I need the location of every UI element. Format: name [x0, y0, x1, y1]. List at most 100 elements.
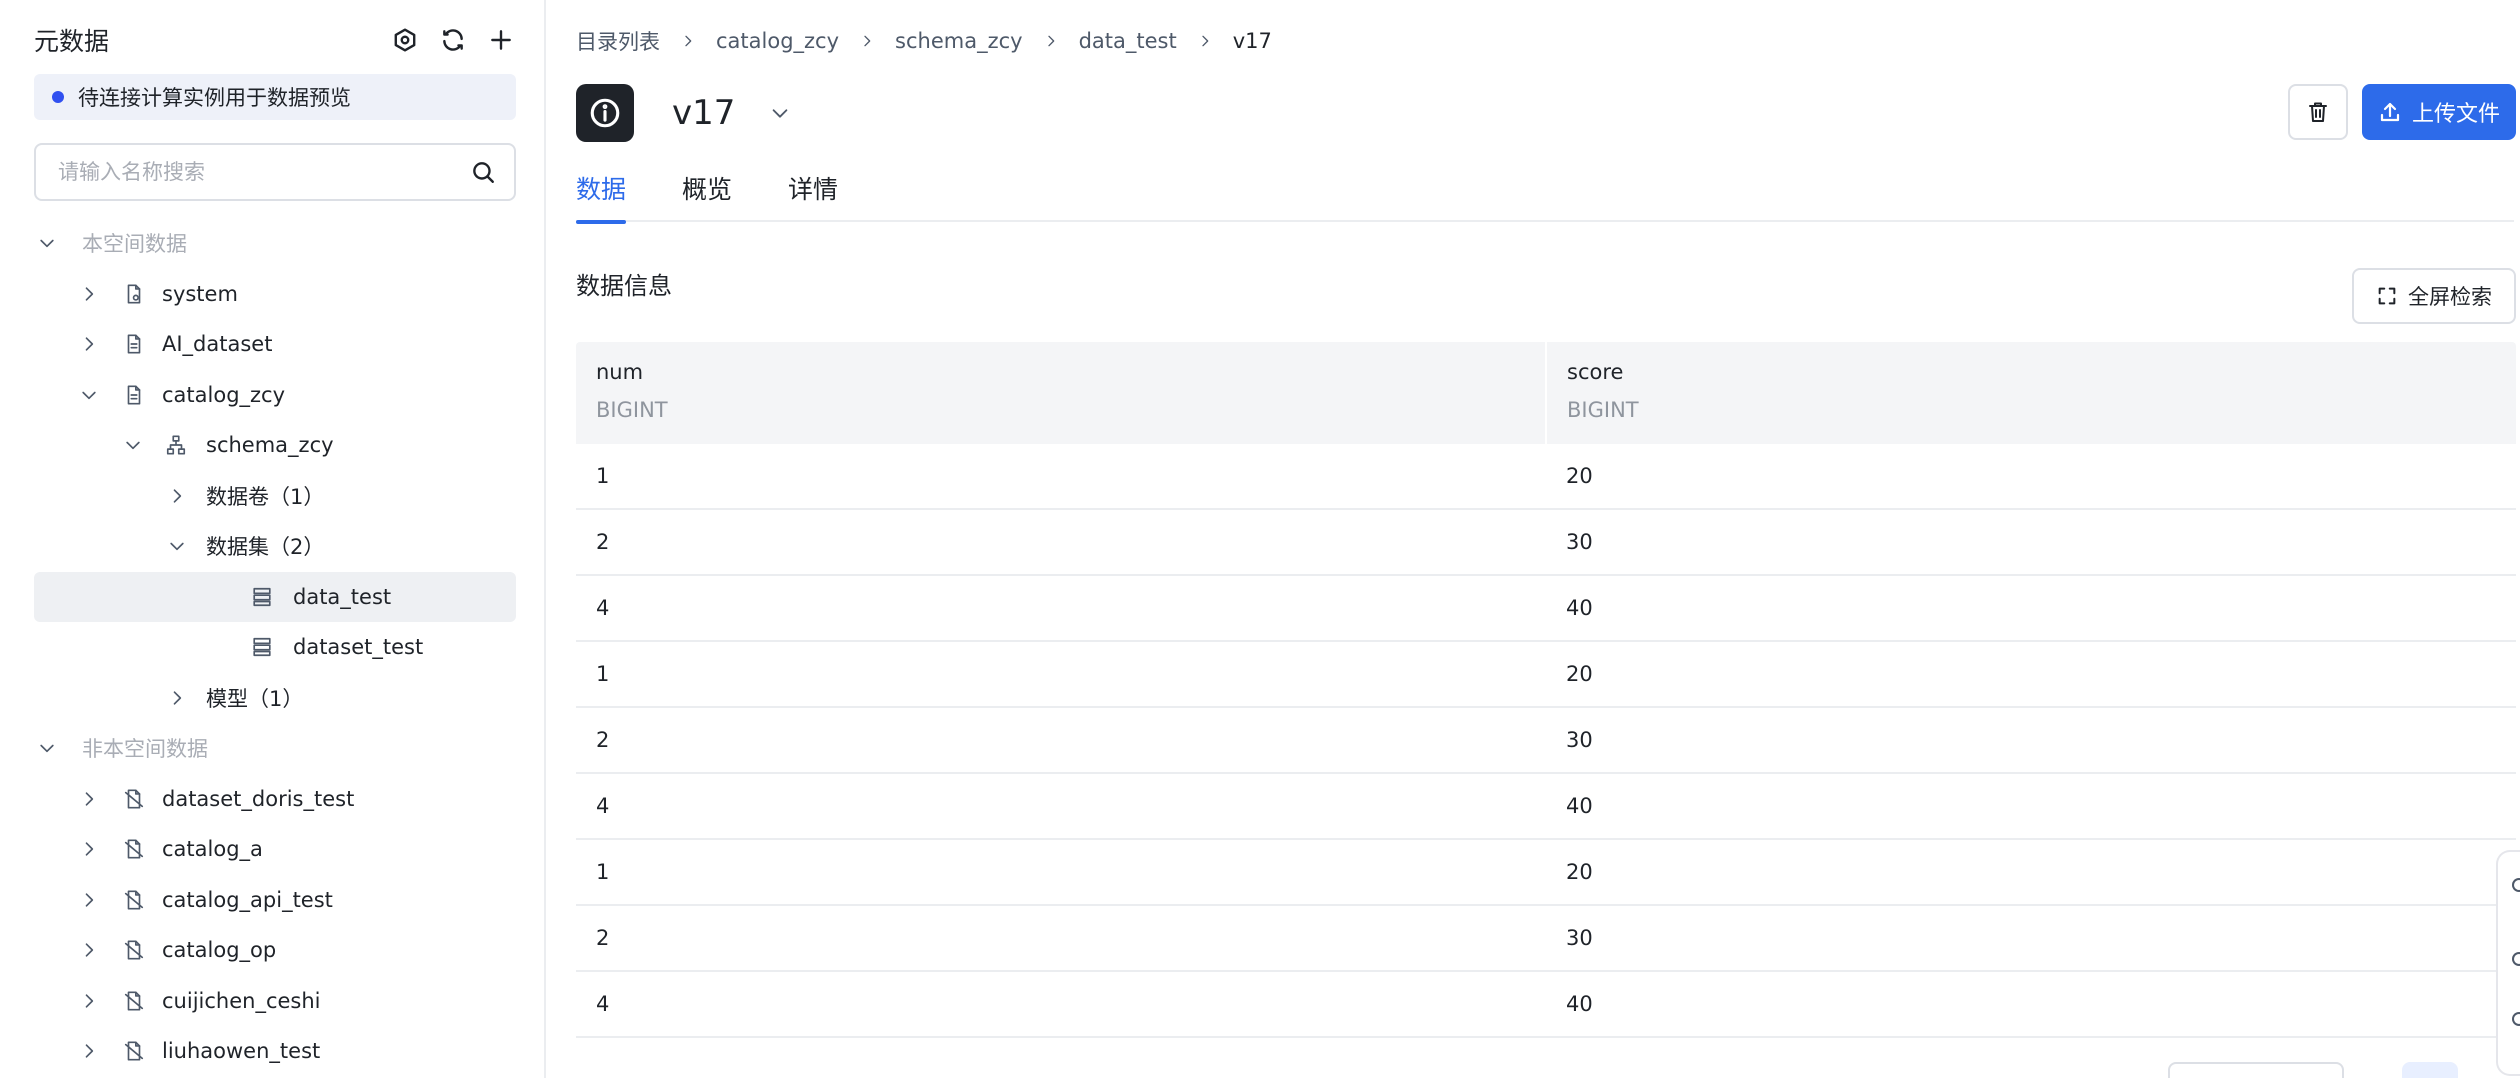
tree-label: catalog_api_test: [162, 887, 333, 912]
table-cell: 4: [596, 596, 610, 620]
pagination-size-select[interactable]: [2168, 1062, 2344, 1078]
breadcrumb-schema[interactable]: schema_zcy: [895, 29, 1023, 53]
tree-label: 本空间数据: [82, 232, 187, 257]
catalog-icon: [122, 383, 146, 407]
catalog-off-icon: [122, 938, 146, 962]
chevron-down-icon[interactable]: [122, 434, 144, 456]
table-row: 4 40: [576, 576, 2516, 642]
sidebar-title: 元数据: [34, 27, 110, 56]
floating-tool-panel[interactable]: [2496, 850, 2520, 1076]
delete-button[interactable]: [2288, 84, 2348, 140]
catalog-settings-icon: [122, 282, 146, 306]
main-content: 目录列表 catalog_zcy schema_zcy data_test v1…: [548, 0, 2520, 1078]
trash-icon: [2309, 102, 2327, 122]
table-cell: 30: [1566, 728, 1593, 752]
tree-item-dataset-test[interactable]: dataset_test: [34, 622, 516, 673]
tool-icon[interactable]: [2512, 1012, 2520, 1026]
tree-item-system[interactable]: system: [34, 269, 516, 320]
chevron-right-icon[interactable]: [78, 283, 100, 305]
tree-item-data-test[interactable]: data_test: [34, 571, 516, 622]
tree-label: 数据集（2）: [206, 535, 325, 560]
upload-file-button[interactable]: 上传文件: [2362, 84, 2516, 140]
tree-group-other-space[interactable]: 非本空间数据: [34, 723, 516, 774]
search-input[interactable]: [58, 160, 470, 184]
page-title: v17: [672, 93, 736, 133]
chevron-right-icon[interactable]: [166, 687, 188, 709]
section-title: 数据信息: [576, 272, 672, 300]
catalog-off-icon: [122, 1039, 146, 1063]
tool-icon[interactable]: [2512, 878, 2520, 892]
schema-icon: [164, 433, 188, 457]
table-cell: 4: [596, 794, 610, 818]
tree-item-catalog-a[interactable]: catalog_a: [34, 824, 516, 875]
tool-icon[interactable]: [2512, 952, 2520, 966]
settings-icon[interactable]: [390, 25, 420, 55]
table-row: 2 30: [576, 906, 2516, 972]
table-cell: 40: [1566, 794, 1593, 818]
tree-item-liuhaowen-test[interactable]: liuhaowen_test: [34, 1026, 516, 1077]
table-row: 4 40: [576, 972, 2516, 1038]
chevron-right-icon[interactable]: [166, 485, 188, 507]
tab-overview[interactable]: 概览: [682, 170, 732, 222]
breadcrumb-current-version: v17: [1232, 29, 1272, 53]
tree-item-dataset-doris-test[interactable]: dataset_doris_test: [34, 774, 516, 825]
table-cell: 1: [596, 662, 610, 686]
chevron-right-icon[interactable]: [78, 838, 100, 860]
tree-item-schema-zcy[interactable]: schema_zcy: [34, 420, 516, 471]
chevron-right-icon[interactable]: [78, 990, 100, 1012]
chevron-down-icon[interactable]: [36, 232, 58, 254]
catalog-off-icon: [122, 989, 146, 1013]
breadcrumb-catalog[interactable]: catalog_zcy: [716, 29, 839, 53]
chevron-down-icon[interactable]: [166, 535, 188, 557]
version-dropdown-chevron-icon[interactable]: [769, 101, 793, 125]
catalog-off-icon: [122, 888, 146, 912]
expand-icon: [2378, 287, 2396, 305]
tree-label: 非本空间数据: [82, 737, 208, 762]
chevron-right-icon: [680, 33, 696, 49]
tab-details[interactable]: 详情: [788, 170, 838, 222]
tree-label: 模型（1）: [206, 686, 304, 711]
add-icon[interactable]: [486, 25, 516, 55]
tree-item-volumes[interactable]: 数据卷（1）: [34, 471, 516, 522]
chevron-right-icon[interactable]: [78, 939, 100, 961]
table-cell: 1: [596, 860, 610, 884]
page-header: v17: [576, 84, 793, 142]
tree-item-catalog-api-test[interactable]: catalog_api_test: [34, 875, 516, 926]
pagination-page-button[interactable]: [2402, 1062, 2458, 1078]
tree-item-ai-dataset[interactable]: AI_dataset: [34, 319, 516, 370]
tree-item-catalog-zcy[interactable]: catalog_zcy: [34, 370, 516, 421]
chevron-right-icon[interactable]: [78, 889, 100, 911]
chevron-down-icon[interactable]: [36, 737, 58, 759]
table-row: 1 20: [576, 444, 2516, 510]
tree-label: catalog_op: [162, 938, 277, 963]
chevron-right-icon: [1043, 33, 1059, 49]
refresh-icon[interactable]: [438, 25, 468, 55]
search-icon[interactable]: [470, 159, 496, 185]
tree-item-cuijichen-ceshi[interactable]: cuijichen_ceshi: [34, 976, 516, 1027]
chevron-right-icon[interactable]: [78, 788, 100, 810]
metadata-sidebar: 元数据 待连接计算实例用于数据预览 本空间数据: [0, 0, 546, 1078]
tree-item-catalog-op[interactable]: catalog_op: [34, 925, 516, 976]
table-cell: 30: [1566, 530, 1593, 554]
tree-group-own-space[interactable]: 本空间数据: [34, 218, 516, 269]
chevron-down-icon[interactable]: [78, 384, 100, 406]
table-cell: 2: [596, 926, 610, 950]
tab-data[interactable]: 数据: [576, 170, 627, 224]
table-cell: 20: [1566, 464, 1593, 488]
chevron-right-icon[interactable]: [78, 333, 100, 355]
table-cell: 20: [1566, 662, 1593, 686]
data-table: num BIGINT score BIGINT 1 20 2 30 4 40 1 20 …: [576, 342, 2516, 1038]
tree-item-models[interactable]: 模型（1）: [34, 673, 516, 724]
tree-label: catalog_a: [162, 837, 263, 862]
breadcrumb-catalog-list[interactable]: 目录列表: [576, 26, 660, 56]
tree-label: dataset_test: [293, 635, 424, 660]
breadcrumb-dataset[interactable]: data_test: [1079, 29, 1177, 53]
chevron-right-icon[interactable]: [78, 1040, 100, 1062]
upload-file-label: 上传文件: [2411, 102, 2500, 127]
chevron-right-icon: [859, 33, 875, 49]
tree-label: dataset_doris_test: [162, 786, 355, 811]
tree-label: AI_dataset: [162, 332, 273, 357]
tree-label: 数据卷（1）: [206, 484, 325, 509]
tree-item-datasets[interactable]: 数据集（2）: [34, 521, 516, 572]
fullscreen-search-button[interactable]: 全屏检索: [2352, 268, 2516, 324]
